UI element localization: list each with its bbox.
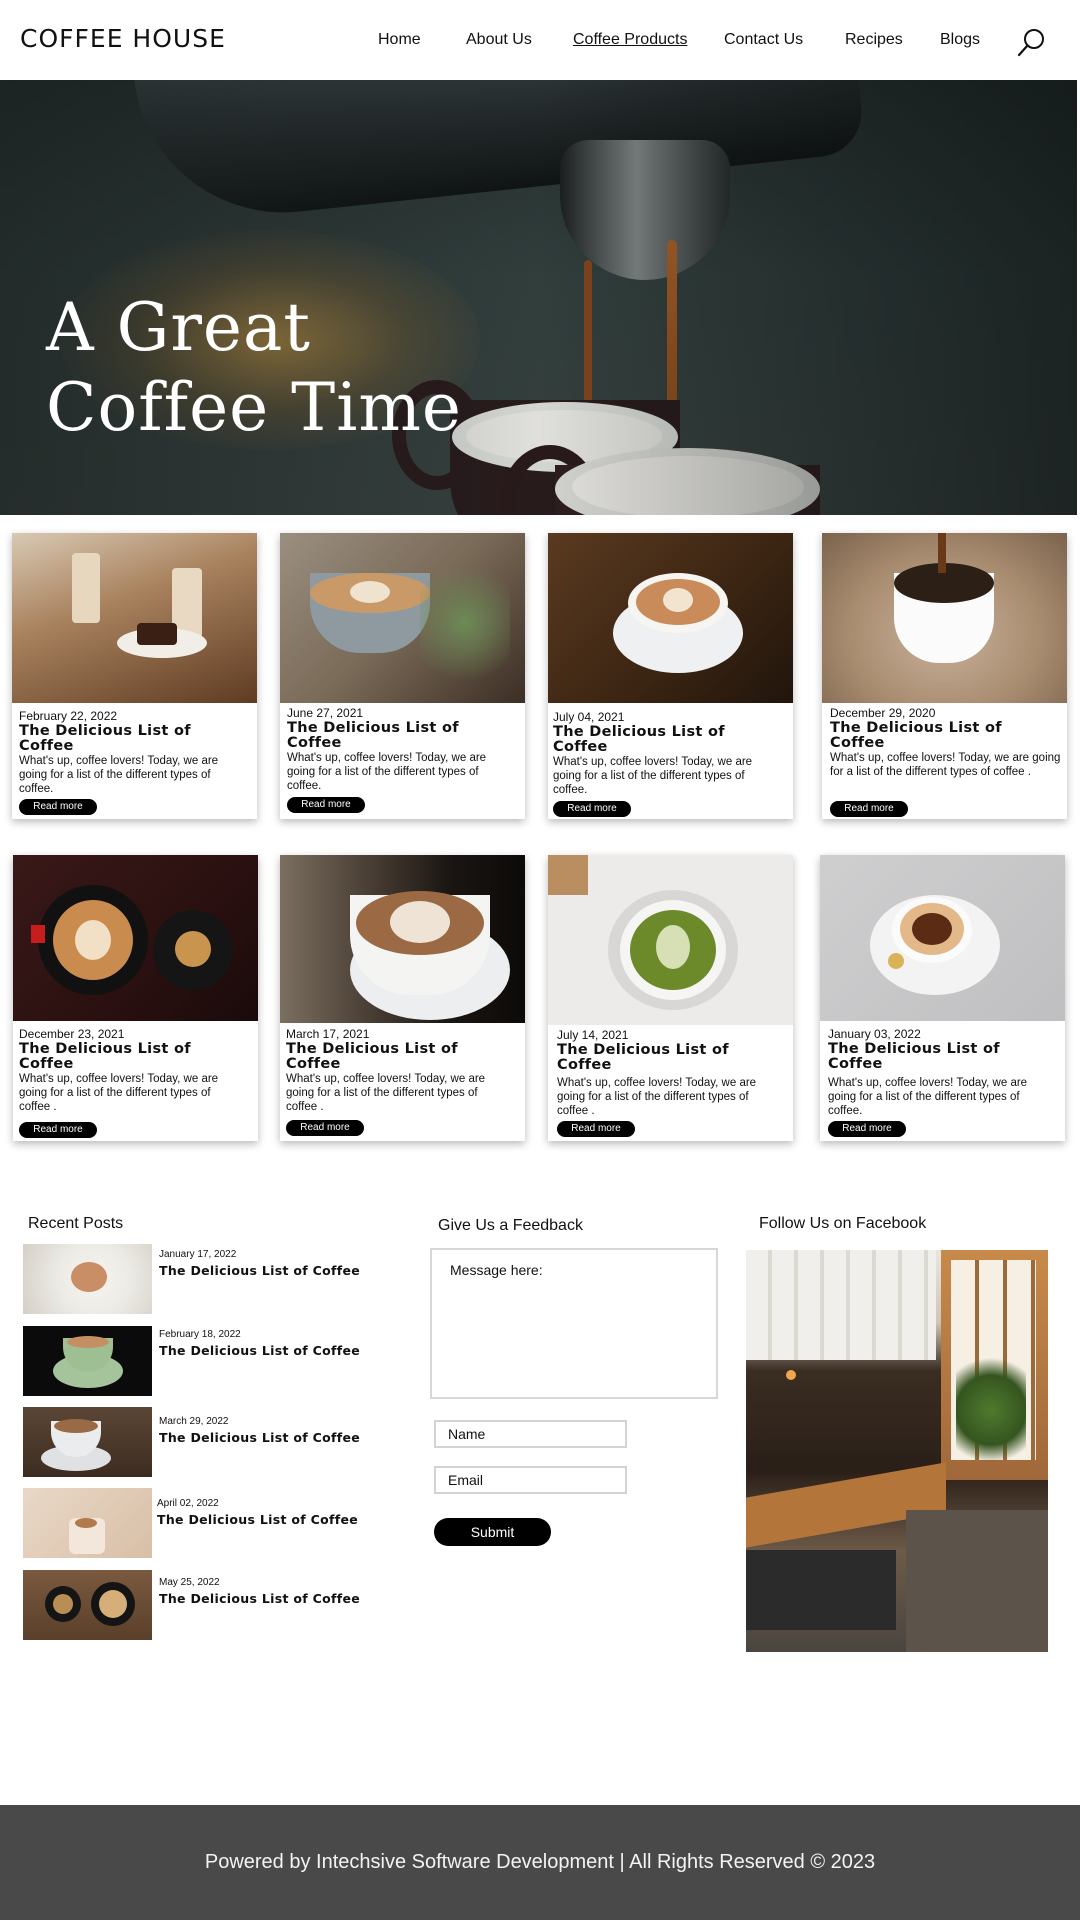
card-date: February 22, 2022 [19, 709, 118, 723]
read-more-button[interactable]: Read more [557, 1121, 635, 1137]
card-title[interactable]: The Delicious List of Coffee [557, 1043, 787, 1073]
card-image [548, 533, 793, 703]
card-text: What's up, coffee lovers! Today, we are … [19, 1073, 219, 1113]
read-more-button[interactable]: Read more [828, 1121, 906, 1137]
card-date: July 14, 2021 [557, 1028, 629, 1042]
site-logo[interactable]: COFFEE HOUSE [20, 24, 226, 53]
recent-post-thumbnail[interactable] [23, 1326, 152, 1396]
card-title[interactable]: The Delicious List of Coffee [830, 721, 1060, 751]
nav-blogs[interactable]: Blogs [940, 31, 980, 49]
recent-post-date: April 02, 2022 [157, 1498, 219, 1509]
facebook-cafe-image[interactable] [746, 1250, 1048, 1652]
message-textarea[interactable]: Message here: [430, 1248, 718, 1399]
nav-home[interactable]: Home [378, 31, 421, 49]
blog-card[interactable]: December 23, 2021 The Delicious List of … [13, 855, 258, 1141]
card-image [548, 855, 793, 1025]
email-field[interactable]: Email [434, 1466, 627, 1494]
card-date: June 27, 2021 [287, 706, 364, 720]
recent-post-thumbnail[interactable] [23, 1407, 152, 1477]
read-more-button[interactable]: Read more [830, 801, 908, 817]
card-title[interactable]: The Delicious List of Coffee [287, 721, 517, 751]
site-footer: Powered by Intechsive Software Developme… [0, 1805, 1080, 1920]
nav-contact-us[interactable]: Contact Us [724, 31, 803, 49]
card-image [12, 533, 257, 703]
card-title[interactable]: The Delicious List of Coffee [553, 725, 783, 755]
card-text: What's up, coffee lovers! Today, we are … [286, 1073, 486, 1113]
recent-post-title[interactable]: The Delicious List of Coffee [159, 1430, 360, 1445]
recent-posts-heading: Recent Posts [28, 1215, 124, 1232]
card-date: December 29, 2020 [830, 706, 936, 720]
read-more-button[interactable]: Read more [287, 797, 365, 813]
hero-title: A Great Coffee Time [46, 288, 462, 448]
blog-card[interactable]: February 22, 2022 The Delicious List of … [12, 533, 257, 819]
hero-title-line: A Great [46, 289, 311, 366]
read-more-button[interactable]: Read more [19, 1122, 97, 1138]
card-text: What's up, coffee lovers! Today, we are … [557, 1077, 757, 1117]
recent-post-date: May 25, 2022 [159, 1577, 220, 1588]
hero-banner: A Great Coffee Time [0, 80, 1077, 515]
read-more-button[interactable]: Read more [19, 799, 97, 815]
name-field[interactable]: Name [434, 1420, 627, 1448]
card-text: What's up, coffee lovers! Today, we are … [287, 752, 487, 792]
nav-recipes[interactable]: Recipes [845, 31, 903, 49]
recent-post-date: March 29, 2022 [159, 1416, 229, 1427]
submit-button[interactable]: Submit [434, 1518, 551, 1546]
recent-post-thumbnail[interactable] [23, 1570, 152, 1640]
recent-post-title[interactable]: The Delicious List of Coffee [159, 1263, 360, 1278]
hero-title-line: Coffee Time [46, 369, 462, 446]
recent-post-title[interactable]: The Delicious List of Coffee [159, 1343, 360, 1358]
blog-card[interactable]: July 14, 2021 The Delicious List of Coff… [548, 855, 793, 1141]
card-date: January 03, 2022 [828, 1027, 921, 1041]
card-text: What's up, coffee lovers! Today, we are … [830, 752, 1061, 778]
nav-about-us[interactable]: About Us [466, 31, 532, 49]
card-image [820, 855, 1065, 1021]
feedback-heading: Give Us a Feedback [438, 1217, 583, 1234]
card-image [13, 855, 258, 1021]
card-date: December 23, 2021 [19, 1027, 125, 1041]
card-text: What's up, coffee lovers! Today, we are … [828, 1077, 1028, 1117]
card-title[interactable]: The Delicious List of Coffee [828, 1042, 1058, 1072]
blog-card[interactable]: January 03, 2022 The Delicious List of C… [820, 855, 1065, 1141]
message-placeholder: Message here: [450, 1262, 543, 1278]
blog-card[interactable]: March 17, 2021 The Delicious List of Cof… [280, 855, 525, 1141]
read-more-button[interactable]: Read more [286, 1120, 364, 1136]
card-title[interactable]: The Delicious List of Coffee [286, 1042, 516, 1072]
recent-post-date: February 18, 2022 [159, 1329, 241, 1340]
card-title[interactable]: The Delicious List of Coffee [19, 1042, 249, 1072]
facebook-heading: Follow Us on Facebook [759, 1215, 927, 1232]
card-title[interactable]: The Delicious List of Coffee [19, 724, 249, 754]
card-text: What's up, coffee lovers! Today, we are … [553, 756, 753, 796]
card-text: What's up, coffee lovers! Today, we are … [19, 755, 219, 795]
card-image [822, 533, 1067, 703]
card-date: March 17, 2021 [286, 1027, 370, 1041]
recent-post-title[interactable]: The Delicious List of Coffee [157, 1512, 358, 1527]
read-more-button[interactable]: Read more [553, 801, 631, 817]
blog-card[interactable]: July 04, 2021 The Delicious List of Coff… [548, 533, 793, 819]
site-header: COFFEE HOUSE Home About Us Coffee Produc… [0, 0, 1080, 80]
card-image [280, 855, 525, 1023]
recent-post-title[interactable]: The Delicious List of Coffee [159, 1591, 360, 1606]
card-image [280, 533, 525, 703]
nav-coffee-products[interactable]: Coffee Products [573, 31, 687, 49]
blog-card[interactable]: December 29, 2020 The Delicious List of … [822, 533, 1067, 819]
blog-card[interactable]: June 27, 2021 The Delicious List of Coff… [280, 533, 525, 819]
footer-copyright: Powered by Intechsive Software Developme… [204, 1851, 876, 1873]
search-icon[interactable] [1016, 28, 1046, 58]
card-date: July 04, 2021 [553, 710, 625, 724]
recent-post-thumbnail[interactable] [23, 1488, 152, 1558]
recent-post-date: January 17, 2022 [159, 1249, 237, 1260]
recent-post-thumbnail[interactable] [23, 1244, 152, 1314]
